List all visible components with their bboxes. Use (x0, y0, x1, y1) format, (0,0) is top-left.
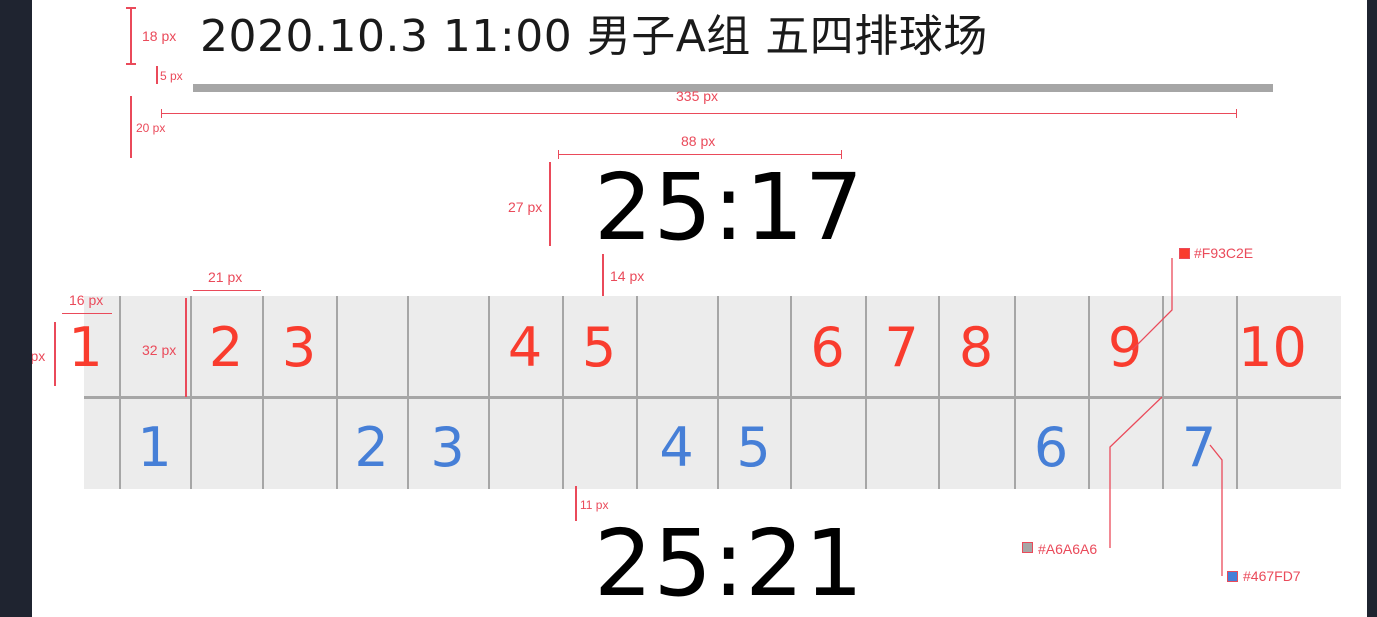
gray-color-swatch (1022, 542, 1033, 553)
red-color-label: #F93C2E (1194, 245, 1254, 261)
blue-color-swatch (1227, 571, 1238, 582)
gray-color-label: #A6A6A6 (1038, 541, 1098, 557)
red-color-swatch (1179, 248, 1190, 259)
blue-color-label: #467FD7 (1243, 568, 1301, 584)
color-callout-leaders (1109, 258, 1223, 576)
design-canvas: 2020.10.3 11:00 男子A组 五四排球场 25:17 1234567… (32, 0, 1367, 617)
